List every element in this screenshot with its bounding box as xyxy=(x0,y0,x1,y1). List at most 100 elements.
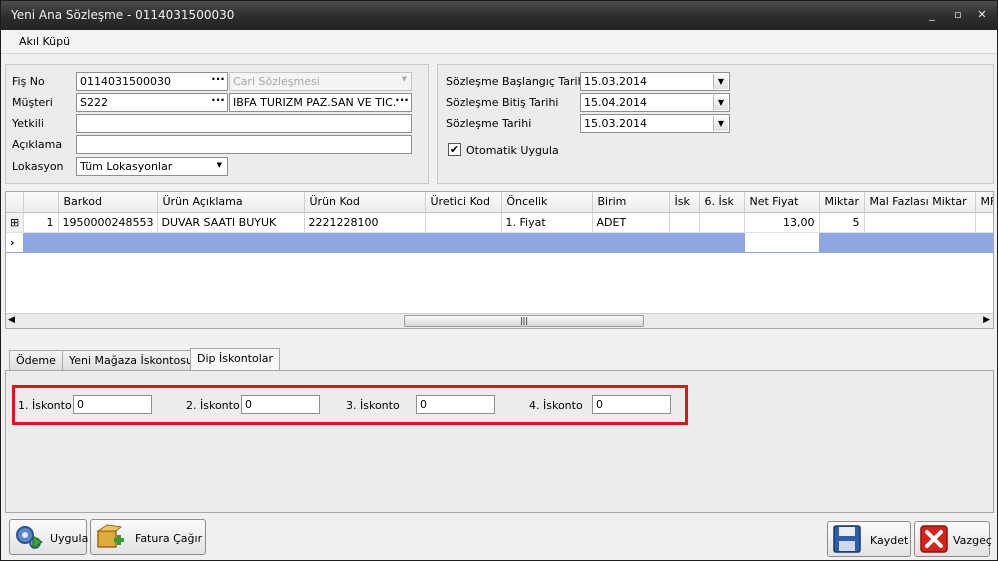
col-header-6-isk[interactable]: 6. İsk xyxy=(699,192,745,213)
uygula-label: Uygula xyxy=(50,532,89,545)
fis-no-value: 0114031500030 xyxy=(80,75,171,88)
scroll-right-icon[interactable]: ▶ xyxy=(983,315,990,325)
new-row[interactable]: › xyxy=(6,232,993,253)
cell-6-isk[interactable] xyxy=(699,212,745,233)
kaydet-label: Kaydet xyxy=(870,534,909,547)
musteri-name-ellipsis-button[interactable]: ··· xyxy=(395,94,409,110)
lokasyon-label: Lokasyon xyxy=(12,160,64,173)
scroll-thumb[interactable]: ||| xyxy=(404,315,644,327)
yetkili-field[interactable] xyxy=(76,114,412,133)
chevron-down-icon: ▼ xyxy=(401,75,407,83)
cell-uretici-kod[interactable] xyxy=(425,212,502,233)
iskonto-2-label: 2. İskonto xyxy=(186,399,240,412)
iskonto-1-label: 1. İskonto xyxy=(18,399,72,412)
otomatik-uygula-checkbox[interactable]: ✔ xyxy=(448,143,461,156)
uygula-button[interactable]: Uygula xyxy=(9,519,89,555)
iskonto-2-input[interactable]: 0 xyxy=(241,395,320,414)
bitis-label: Sözleşme Bitiş Tarihi xyxy=(446,96,559,109)
cell-urun-kod[interactable]: 2221228100 xyxy=(304,212,426,233)
col-header-net-fiyat[interactable]: Net Fiyat xyxy=(744,192,820,213)
tab-odeme[interactable]: Ödeme xyxy=(9,350,63,370)
aciklama-label: Açıklama xyxy=(12,138,63,151)
bitis-date-picker[interactable]: 15.04.2014 ▼ xyxy=(580,93,730,112)
vazgec-button[interactable]: Vazgeç xyxy=(914,521,992,557)
tarih-value: 15.03.2014 xyxy=(584,117,647,130)
table-row[interactable]: ⊞ 1 1950000248553 DUVAR SAATI BUYUK 2221… xyxy=(6,212,993,233)
close-icon[interactable]: ✕ xyxy=(973,8,991,22)
cell-birim[interactable]: ADET xyxy=(592,212,670,233)
gears-apply-icon xyxy=(16,526,43,549)
maximize-icon[interactable]: ▫ xyxy=(949,8,967,22)
col-header-urun-aciklama[interactable]: Ürün Açıklama xyxy=(157,192,305,213)
menu-bar: Akıl Küpü xyxy=(1,30,997,54)
calendar-dropdown-icon[interactable]: ▼ xyxy=(713,116,728,131)
col-header-uretici-kod[interactable]: Üretici Kod xyxy=(425,192,502,213)
header-left-panel: Fiş No 0114031500030 ··· Cari Sözleşmesi… xyxy=(5,64,429,184)
cell-isk[interactable] xyxy=(669,212,700,233)
yetkili-label: Yetkili xyxy=(12,117,44,130)
fis-no-label: Fiş No xyxy=(12,75,45,88)
iskonto-4-input[interactable]: 0 xyxy=(592,395,671,414)
grid-header-row: Barkod Ürün Açıklama Ürün Kod Üretici Ko… xyxy=(6,192,993,213)
baslangic-date-picker[interactable]: 15.03.2014 ▼ xyxy=(580,72,730,91)
window-title: Yeni Ana Sözleşme - 0114031500030 xyxy=(11,8,235,22)
col-header-isk[interactable]: İsk xyxy=(669,192,700,213)
tab-dip-iskontolar[interactable]: Dip İskontolar xyxy=(190,348,281,370)
col-header-oncelik[interactable]: Öncelik xyxy=(501,192,593,213)
col-header-urun-kod[interactable]: Ürün Kod xyxy=(304,192,426,213)
iskonto-1-input[interactable]: 0 xyxy=(73,395,152,414)
horizontal-scrollbar[interactable]: ◀ ||| ▶ xyxy=(6,313,993,328)
calendar-dropdown-icon[interactable]: ▼ xyxy=(713,95,728,110)
aciklama-field[interactable] xyxy=(76,135,412,154)
cell-mf[interactable] xyxy=(975,212,993,233)
title-bar[interactable]: Yeni Ana Sözleşme - 0114031500030 _ ▫ ✕ xyxy=(1,1,997,30)
header-right-panel: Sözleşme Başlangıç Tarihi 15.03.2014 ▼ S… xyxy=(437,64,994,184)
col-header-mal-fazlasi[interactable]: Mal Fazlası Miktar xyxy=(864,192,976,213)
col-header-rowno xyxy=(23,192,59,213)
musteri-label: Müşteri xyxy=(12,96,53,109)
minimize-icon[interactable]: _ xyxy=(923,8,941,22)
fatura-cagir-button[interactable]: Fatura Çağır xyxy=(90,519,206,555)
box-add-icon xyxy=(96,524,124,548)
cell-mal-fazlasi[interactable] xyxy=(864,212,976,233)
iskonto-3-input[interactable]: 0 xyxy=(416,395,495,414)
musteri-code-value: S222 xyxy=(80,96,108,109)
scroll-left-icon[interactable]: ◀ xyxy=(8,315,15,325)
tab-yeni-magaza-iskontosu[interactable]: Yeni Mağaza İskontosu xyxy=(62,350,200,370)
otomatik-uygula-label: Otomatik Uygula xyxy=(466,144,559,157)
musteri-code-field[interactable]: S222 ··· xyxy=(76,93,228,112)
musteri-ellipsis-button[interactable]: ··· xyxy=(211,94,225,110)
col-header-barkod[interactable]: Barkod xyxy=(58,192,158,213)
new-row-indicator-icon: › xyxy=(6,232,24,253)
calendar-dropdown-icon[interactable]: ▼ xyxy=(713,74,728,89)
cell-barkod[interactable]: 1950000248553 xyxy=(58,212,158,233)
musteri-name-field[interactable]: IBFA TURIZM PAZ.SAN VE TIC.LT ··· xyxy=(229,93,412,112)
menu-item-akil-kupu[interactable]: Akıl Küpü xyxy=(19,35,70,48)
col-header-miktar[interactable]: Miktar xyxy=(819,192,865,213)
fis-no-ellipsis-button[interactable]: ··· xyxy=(211,73,225,89)
baslangic-label: Sözleşme Başlangıç Tarihi xyxy=(446,75,588,88)
col-header-indicator xyxy=(6,192,24,213)
cari-sozlesmesi-placeholder: Cari Sözleşmesi xyxy=(233,75,320,88)
baslangic-value: 15.03.2014 xyxy=(584,75,647,88)
lokasyon-select[interactable]: Tüm Lokasyonlar ▼ xyxy=(76,157,228,176)
lokasyon-value: Tüm Lokasyonlar xyxy=(80,160,173,173)
contract-window: Yeni Ana Sözleşme - 0114031500030 _ ▫ ✕ … xyxy=(0,0,998,561)
items-grid: Barkod Ürün Açıklama Ürün Kod Üretici Ko… xyxy=(5,191,994,329)
expand-icon[interactable]: ⊞ xyxy=(6,212,24,233)
cell-urun-aciklama[interactable]: DUVAR SAATI BUYUK xyxy=(157,212,305,233)
tarih-date-picker[interactable]: 15.03.2014 ▼ xyxy=(580,114,730,133)
fis-no-field[interactable]: 0114031500030 ··· xyxy=(76,72,228,91)
cari-sozlesmesi-select: Cari Sözleşmesi ▼ xyxy=(229,72,412,91)
items-table: Barkod Ürün Açıklama Ürün Kod Üretici Ko… xyxy=(6,192,993,253)
iskonto-4-label: 4. İskonto xyxy=(529,399,583,412)
floppy-save-icon xyxy=(833,525,861,553)
cell-oncelik[interactable]: 1. Fiyat xyxy=(501,212,593,233)
iskonto-3-label: 3. İskonto xyxy=(346,399,400,412)
col-header-mf[interactable]: MF xyxy=(975,192,993,213)
tarih-label: Sözleşme Tarihi xyxy=(446,117,532,130)
cell-miktar[interactable]: 5 xyxy=(819,212,865,233)
cell-net-fiyat[interactable]: 13,00 xyxy=(744,212,820,233)
col-header-birim[interactable]: Birim xyxy=(592,192,670,213)
kaydet-button[interactable]: Kaydet xyxy=(827,521,911,557)
